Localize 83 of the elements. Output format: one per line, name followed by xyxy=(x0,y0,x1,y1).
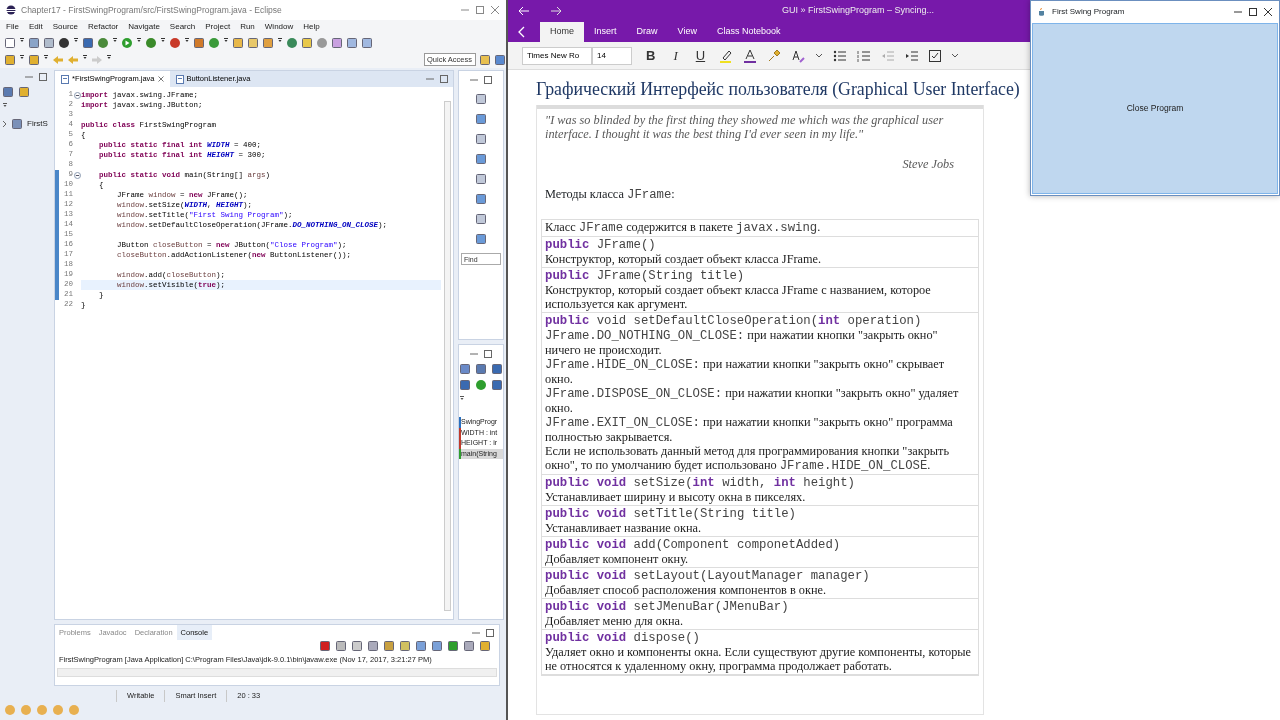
method-signature: public JFrame() xyxy=(545,236,657,252)
description-text: Добавляет меню для окна. xyxy=(545,613,685,628)
description-text: JFrame.DO_NOTHING_ON_CLOSE: при нажатии кнопки "закрыть окно" ничего не происходит. xyxy=(545,327,939,357)
quote-text: "I was so blinded by the first thing they showed me which was the graphical user interface. I thought it was the best thing I'd ever seen in my life." xyxy=(545,112,945,141)
eclipse-logo-icon xyxy=(6,5,16,15)
description-text: Конструктор, который создает объект класса JFrame с названием, которое используется как аргумент. xyxy=(545,282,932,311)
maximize-icon[interactable] xyxy=(1248,7,1258,17)
ribbon-tab[interactable]: Home xyxy=(540,22,584,42)
expand-icon[interactable] xyxy=(2,121,7,127)
description-text: Удаляет окно и компоненты окна. Если существуют другие компоненты, которые не относятся к удаленному окну, программа продолжает работать. xyxy=(545,644,973,673)
font-color-icon[interactable] xyxy=(743,48,758,63)
menu-item[interactable]: Edit xyxy=(28,21,43,33)
page-title: Графический Интерфейс пользователя (Graphical User Interface) xyxy=(536,78,1021,101)
font-name-field[interactable]: Times New Ro xyxy=(522,46,592,65)
description-text: JFrame.DISPOSE_ON_CLOSE: при нажатии кнопки "закрыть окно" удаляет окно. xyxy=(545,385,960,415)
menu-item[interactable]: Run xyxy=(240,21,255,33)
method-signature: public void setLayout(LayoutManager manager) xyxy=(545,567,871,583)
nav-back-icon[interactable] xyxy=(518,26,526,38)
method-signature: public void dispose() xyxy=(545,629,701,645)
fold-icon[interactable] xyxy=(73,171,81,179)
maximize-icon[interactable] xyxy=(485,627,495,638)
window-title: GUI » FirstSwingProgram – Syncing... xyxy=(782,4,935,18)
back-arrow-icon[interactable] xyxy=(518,6,530,16)
description-text: Добавляет способ расположения компонентов в окне. xyxy=(545,582,828,597)
maximize-icon[interactable] xyxy=(483,75,493,85)
menu-item[interactable]: Search xyxy=(169,21,196,33)
java-file-icon xyxy=(175,74,184,84)
dot-icon[interactable] xyxy=(475,379,487,391)
font-size-field[interactable]: 14 xyxy=(592,46,632,65)
ribbon-tab[interactable]: Class Notebook xyxy=(706,22,791,42)
description-text: JFrame.HIDE_ON_CLOSE: при нажатии кнопки "закрыть окно" скрывает окно. xyxy=(545,356,946,386)
description-text: Класс JFrame содержится в пакете javax.swing. xyxy=(545,219,822,235)
method-signature: public void add(Component componetAdded) xyxy=(545,536,842,552)
close-icon[interactable] xyxy=(1263,7,1273,17)
description-text: Конструктор, который создает объект класса JFrame. xyxy=(545,251,823,266)
description-text: Устанавливает ширину и высоту окна в пикселях. xyxy=(545,489,807,504)
description-text: JFrame.EXIT_ON_CLOSE: при нажатии кнопки "закрыть окно" программа полностью закрывается. xyxy=(545,414,954,444)
indent-icon[interactable] xyxy=(905,49,920,62)
tree-item[interactable]: FirstS xyxy=(27,118,48,130)
maximize-icon[interactable] xyxy=(483,349,493,359)
bold-button[interactable]: B xyxy=(642,49,660,62)
circle-icon[interactable] xyxy=(58,36,70,49)
method-signature: public void setJMenuBar(JMenuBar) xyxy=(545,598,790,614)
underline-button[interactable]: U xyxy=(691,49,710,62)
checkbox-icon[interactable] xyxy=(929,49,942,62)
numbered-list-icon[interactable] xyxy=(857,49,872,62)
method-signature: public void setSize(int width, int height) xyxy=(545,474,856,490)
window-title: Chapter17 - FirstSwingProgram/src/FirstSwingProgram.java - Eclipse xyxy=(21,3,283,17)
method-signature: public void setTitle(String title) xyxy=(545,505,797,521)
description-text: Если не использовать данный метод для программирования кнопки "закрыть окно", то по умолчанию будет использовано JFrame.HIDE_ON_CLOSE. xyxy=(545,443,951,473)
menu-item[interactable]: File xyxy=(6,21,19,33)
close-program-button[interactable]: Close Program xyxy=(1032,23,1278,194)
menu-item[interactable]: Navigate xyxy=(128,21,160,33)
vertical-scrollbar[interactable] xyxy=(444,101,451,611)
menu-item[interactable]: Help xyxy=(303,21,320,33)
description-text: Добавляет компонент окну. xyxy=(545,551,690,566)
ribbon-tab[interactable]: Draw xyxy=(626,22,668,42)
fold-icon[interactable] xyxy=(73,91,81,99)
note-container-handle[interactable] xyxy=(537,104,983,109)
italic-button[interactable]: I xyxy=(669,49,682,62)
description-text: Устанавливает название окна. xyxy=(545,520,702,535)
method-signature: public JFrame(String title) xyxy=(545,267,746,283)
highlighter-icon[interactable] xyxy=(719,48,734,63)
menu-item[interactable]: Window xyxy=(264,21,294,33)
java-file-icon xyxy=(61,74,69,84)
section-heading: Методы класса JFrame: xyxy=(545,186,676,205)
horizontal-scrollbar[interactable] xyxy=(57,668,497,678)
menu-item[interactable]: Project xyxy=(205,21,231,33)
chevron-icon[interactable] xyxy=(951,52,960,59)
bullet-list-icon[interactable] xyxy=(833,49,848,62)
ribbon-tab[interactable]: View xyxy=(667,22,707,42)
forward-arrow-icon[interactable] xyxy=(550,6,562,16)
clear-format-icon[interactable] xyxy=(791,48,806,63)
method-signature: public void setDefaultCloseOperation(int operation) xyxy=(545,312,923,328)
menu-item[interactable]: Source xyxy=(52,21,79,33)
chevron-icon[interactable] xyxy=(815,52,824,59)
ribbon-tab[interactable]: Insert xyxy=(584,22,627,42)
window-title: First Swing Program xyxy=(1052,6,1126,18)
stop-icon[interactable] xyxy=(319,640,331,652)
quote-author: Steve Jobs xyxy=(901,155,954,173)
java-cup-icon xyxy=(1037,7,1047,17)
menu-item[interactable]: Refactor xyxy=(88,21,119,33)
new-file-icon[interactable] xyxy=(4,36,16,49)
